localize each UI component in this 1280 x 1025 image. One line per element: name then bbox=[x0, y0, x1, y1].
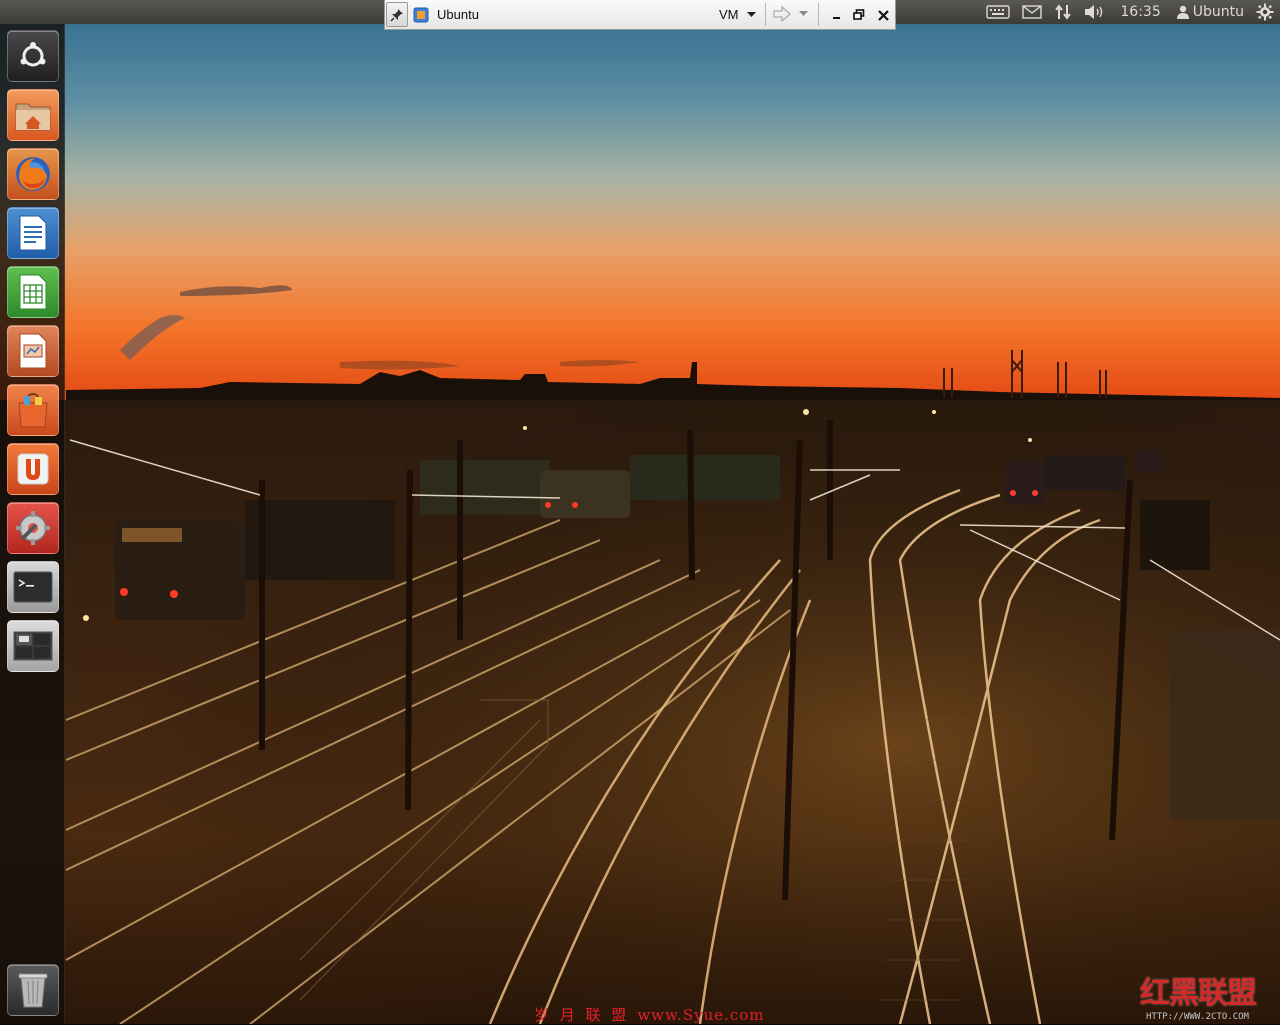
vm-toolbar: Ubuntu VM bbox=[384, 0, 896, 30]
toolbar-separator bbox=[818, 3, 819, 26]
minimize-button[interactable] bbox=[828, 6, 846, 24]
session-menu[interactable] bbox=[1252, 0, 1280, 24]
ubuntu-one-icon bbox=[17, 453, 49, 485]
launcher-item-libreoffice-impress[interactable] bbox=[7, 325, 59, 377]
pin-toolbar-button[interactable] bbox=[386, 2, 408, 27]
volume-icon bbox=[1085, 5, 1103, 19]
sound-indicator[interactable] bbox=[1078, 0, 1112, 24]
restore-icon bbox=[853, 9, 865, 20]
shopping-bag-icon bbox=[18, 392, 48, 428]
ubuntu-logo-icon bbox=[20, 42, 46, 67]
watermark-right: 红黑联盟 bbox=[1140, 976, 1257, 1011]
watermark-right-url: HTTP://WWW.2CTO.COM bbox=[1146, 1012, 1249, 1022]
network-indicator[interactable] bbox=[1048, 0, 1078, 24]
user-icon bbox=[1176, 5, 1189, 19]
vm-icon bbox=[413, 7, 429, 23]
vm-name: Ubuntu bbox=[437, 7, 479, 22]
toolbar-separator bbox=[765, 3, 766, 26]
launcher-item-firefox[interactable] bbox=[7, 148, 59, 200]
send-keys-button[interactable] bbox=[773, 6, 808, 22]
launcher-item-trash[interactable] bbox=[7, 964, 59, 1016]
launcher-item-system-settings[interactable] bbox=[7, 502, 59, 554]
messaging-indicator[interactable] bbox=[1016, 0, 1048, 24]
desktop-wallpaper bbox=[0, 0, 1280, 1024]
user-menu[interactable]: Ubuntu bbox=[1169, 4, 1252, 20]
launcher-item-software-center[interactable] bbox=[7, 384, 59, 436]
minimize-icon bbox=[833, 17, 840, 19]
chevron-down-icon bbox=[746, 11, 756, 17]
launcher-item-libreoffice-writer[interactable] bbox=[7, 207, 59, 259]
forward-arrow-icon bbox=[773, 6, 791, 22]
chevron-down-icon bbox=[799, 11, 808, 16]
network-icon bbox=[1055, 4, 1072, 20]
gear-icon bbox=[1256, 3, 1274, 21]
mail-icon bbox=[1022, 5, 1043, 19]
vm-menu-label: VM bbox=[719, 7, 739, 22]
launcher-item-workspace-switcher[interactable] bbox=[7, 620, 59, 672]
close-icon bbox=[877, 9, 889, 21]
close-button[interactable] bbox=[874, 6, 892, 24]
keyboard-indicator[interactable] bbox=[980, 0, 1016, 24]
terminal-icon bbox=[13, 571, 53, 603]
launcher-item-ubuntu-one[interactable] bbox=[7, 443, 59, 495]
impress-icon bbox=[19, 333, 47, 369]
watermark-left: 岁 月 联 盟 www.Syue.com bbox=[534, 1004, 765, 1025]
pin-icon bbox=[390, 8, 403, 22]
watermark-left-text: 岁 月 联 盟 bbox=[534, 1006, 630, 1024]
unity-launcher bbox=[0, 24, 65, 1024]
restore-button[interactable] bbox=[850, 6, 868, 24]
calc-icon bbox=[19, 274, 47, 310]
clock[interactable]: 16:35 bbox=[1112, 4, 1168, 20]
home-folder-icon bbox=[15, 103, 51, 131]
workspaces-icon bbox=[13, 631, 53, 661]
launcher-item-libreoffice-calc[interactable] bbox=[7, 266, 59, 318]
writer-icon bbox=[19, 215, 47, 251]
firefox-icon bbox=[16, 157, 50, 191]
launcher-item-dash-home[interactable] bbox=[7, 30, 59, 82]
user-name: Ubuntu bbox=[1192, 4, 1244, 20]
launcher-item-terminal[interactable] bbox=[7, 561, 59, 613]
trash-icon bbox=[18, 973, 48, 1008]
vm-menu-button[interactable]: VM bbox=[719, 7, 756, 22]
keyboard-icon bbox=[986, 5, 1011, 19]
indicator-area: 16:35 Ubuntu bbox=[980, 0, 1280, 24]
settings-wrench-icon bbox=[16, 511, 50, 545]
watermark-left-url: www.Syue.com bbox=[637, 1006, 765, 1024]
launcher-item-home-folder[interactable] bbox=[7, 89, 59, 141]
